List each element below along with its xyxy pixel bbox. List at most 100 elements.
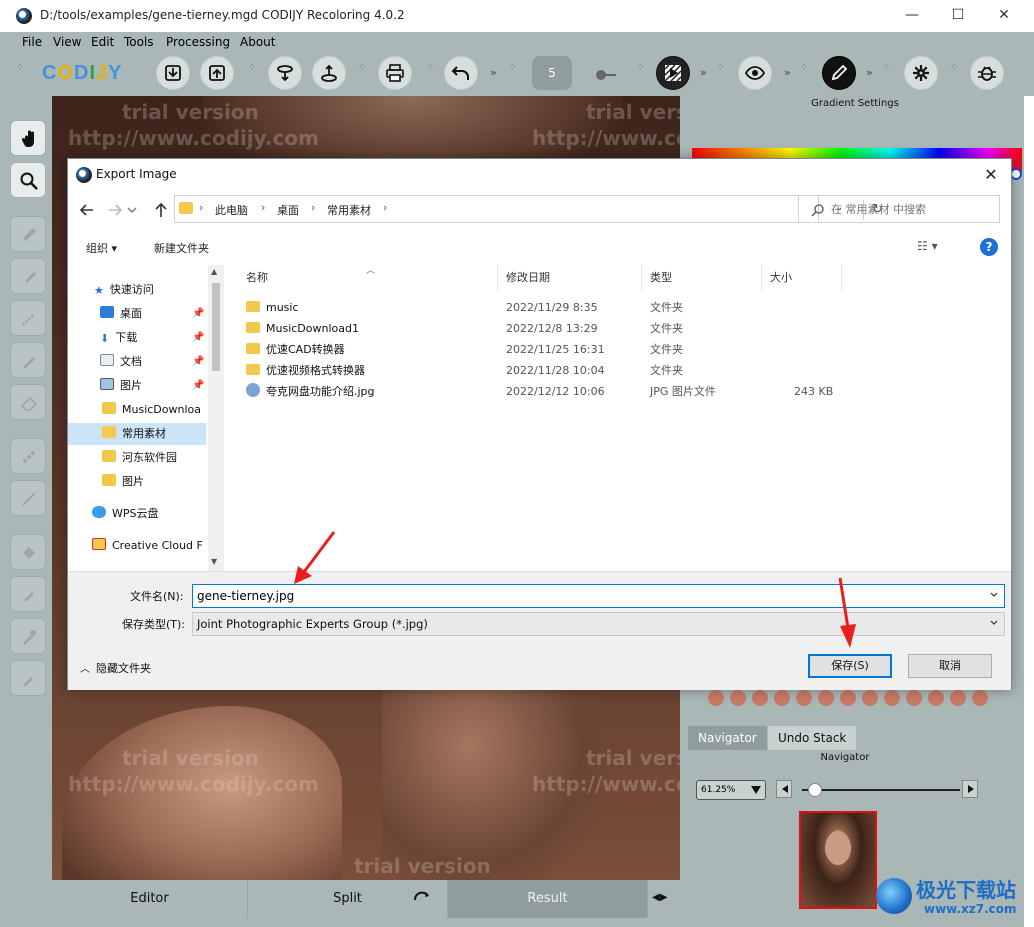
picker-tool[interactable]	[10, 618, 46, 654]
maximize-button[interactable]: ☐	[938, 4, 978, 28]
zoom-tool[interactable]	[10, 162, 46, 198]
tab-editor[interactable]: Editor	[52, 880, 248, 918]
menu-edit[interactable]: Edit	[91, 35, 114, 49]
file-row[interactable]: music 2022/11/29 8:35 文件夹	[238, 297, 858, 318]
view-options-icon[interactable]: ☷ ▾	[917, 239, 938, 253]
scroll-arrows-icon[interactable]: ◀▶	[652, 892, 672, 906]
breadcrumb-desktop[interactable]: 桌面	[277, 202, 299, 218]
up-arrow-icon[interactable]	[152, 201, 170, 219]
zoom-select[interactable]: 61.25%	[696, 780, 766, 800]
chevron-down-icon[interactable]	[126, 201, 138, 219]
dialog-close-button[interactable]: ✕	[979, 163, 1003, 187]
scroll-down-icon[interactable]: ▼	[211, 557, 217, 566]
menu-tools[interactable]: Tools	[124, 35, 154, 49]
fill-tool[interactable]	[10, 534, 46, 570]
nav-item-wps-cloud[interactable]: WPS云盘	[68, 503, 206, 525]
scroll-up-icon[interactable]: ▲	[211, 267, 217, 276]
chevron-icon[interactable]: »	[700, 66, 707, 79]
brush-tool[interactable]	[10, 258, 46, 294]
nav-item-quick-access[interactable]: ★ 快速访问	[68, 279, 206, 301]
filetype-select[interactable]: Joint Photographic Experts Group (*.jpg)	[192, 612, 1005, 636]
preview-button[interactable]	[738, 56, 772, 90]
settings-button[interactable]	[904, 56, 938, 90]
menu-view[interactable]: View	[53, 35, 81, 49]
menu-processing[interactable]: Processing	[166, 35, 230, 49]
cancel-button[interactable]: 取消	[908, 654, 992, 678]
column-header-size[interactable]: 大小	[762, 265, 842, 291]
breadcrumb-materials[interactable]: 常用素材	[327, 202, 371, 218]
nav-item-documents[interactable]: 文档 📌	[68, 351, 206, 373]
spray-tool[interactable]	[10, 300, 46, 336]
close-window-button[interactable]: ✕	[984, 4, 1024, 28]
organize-button[interactable]: 组织 ▾	[86, 240, 117, 256]
swatch[interactable]	[950, 690, 966, 706]
import-button[interactable]	[156, 56, 190, 90]
chevron-icon[interactable]: »	[490, 66, 497, 79]
help-icon[interactable]: ?	[980, 238, 998, 256]
swatch[interactable]	[752, 690, 768, 706]
brush-size-field[interactable]: 5	[532, 56, 572, 90]
swatch[interactable]	[796, 690, 812, 706]
swatch[interactable]	[818, 690, 834, 706]
line-tool[interactable]	[10, 342, 46, 378]
back-arrow-icon[interactable]	[78, 201, 96, 219]
nav-item-materials[interactable]: 常用素材	[68, 423, 206, 445]
search-box[interactable]	[798, 195, 1000, 223]
nav-item-pictures[interactable]: 图片 📌	[68, 375, 206, 397]
zoom-in-button[interactable]	[962, 780, 978, 798]
file-row[interactable]: 优速CAD转换器 2022/11/25 16:31 文件夹	[238, 339, 858, 360]
swatch[interactable]	[774, 690, 790, 706]
new-folder-button[interactable]: 新建文件夹	[154, 240, 209, 256]
swatch[interactable]	[840, 690, 856, 706]
forward-arrow-icon[interactable]	[106, 201, 124, 219]
file-row[interactable]: MusicDownload1 2022/12/8 13:29 文件夹	[238, 318, 858, 339]
swatch[interactable]	[884, 690, 900, 706]
swatch[interactable]	[708, 690, 724, 706]
eraser-tool[interactable]	[10, 384, 46, 420]
print-button[interactable]	[378, 56, 412, 90]
debug-button[interactable]	[970, 56, 1004, 90]
dots-tool[interactable]	[10, 438, 46, 474]
swatch[interactable]	[906, 690, 922, 706]
nav-item-pictures-folder[interactable]: 图片	[68, 471, 206, 493]
minimize-button[interactable]: —	[892, 4, 932, 28]
column-header-date[interactable]: 修改日期	[498, 265, 642, 291]
chevron-down-icon[interactable]	[990, 591, 998, 599]
breadcrumb-this-pc[interactable]: 此电脑	[215, 202, 248, 218]
file-row[interactable]: 优速视频格式转换器 2022/11/28 10:04 文件夹	[238, 360, 858, 381]
tab-result[interactable]: Result	[448, 880, 648, 918]
navigator-thumbnail[interactable]	[799, 811, 877, 909]
clone-tool[interactable]	[10, 576, 46, 612]
nav-pane-scrollbar[interactable]: ▲ ▼	[208, 265, 224, 571]
export-button[interactable]	[200, 56, 234, 90]
swap-icon[interactable]	[412, 888, 432, 908]
scrollbar-thumb[interactable]	[212, 283, 220, 371]
zoom-out-button[interactable]	[776, 780, 792, 798]
hand-tool[interactable]	[10, 120, 46, 156]
zoom-slider[interactable]	[802, 789, 960, 791]
menu-about[interactable]: About	[240, 35, 275, 49]
nav-item-desktop[interactable]: 桌面 📌	[68, 303, 206, 325]
save-button[interactable]: 保存(S)	[808, 654, 892, 678]
picker-tool-2[interactable]	[10, 660, 46, 696]
swatch[interactable]	[862, 690, 878, 706]
nav-item-downloads[interactable]: ⬇ 下载 📌	[68, 327, 206, 349]
swatch[interactable]	[730, 690, 746, 706]
chevron-icon[interactable]: »	[784, 66, 791, 79]
nav-item-creative-cloud[interactable]: Creative Cloud F	[68, 535, 206, 557]
colorize-button[interactable]	[656, 56, 690, 90]
swatch[interactable]	[972, 690, 988, 706]
hide-folders-toggle[interactable]: ︿ 隐藏文件夹	[80, 660, 151, 676]
file-row[interactable]: 夸克网盘功能介绍.jpg 2022/12/12 10:06 JPG 图片文件 2…	[238, 381, 858, 402]
column-header-type[interactable]: 类型	[642, 265, 762, 291]
save-marks-button[interactable]	[268, 56, 302, 90]
load-marks-button[interactable]	[312, 56, 346, 90]
menu-file[interactable]: File	[22, 35, 42, 49]
tab-navigator[interactable]: Navigator	[688, 726, 767, 750]
zoom-slider-knob[interactable]	[808, 783, 822, 797]
pencil-tool[interactable]	[10, 216, 46, 252]
nav-item-hedong[interactable]: 河东软件园	[68, 447, 206, 469]
pencil-mode-button[interactable]	[822, 56, 856, 90]
search-input[interactable]	[831, 200, 991, 218]
nav-item-musicdownload[interactable]: MusicDownloa	[68, 399, 206, 421]
